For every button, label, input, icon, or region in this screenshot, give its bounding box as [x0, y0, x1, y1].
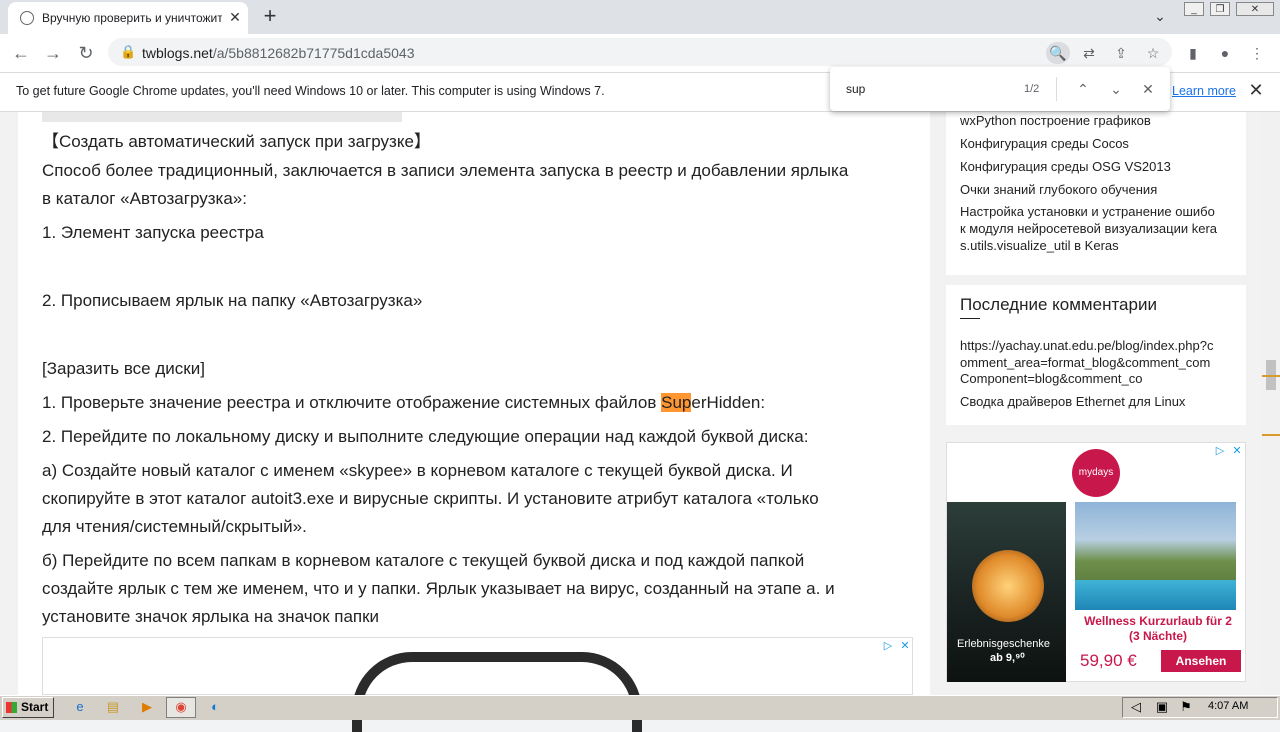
ad-caption-price: ab 9,⁹⁰: [990, 652, 1025, 664]
article-image: [42, 112, 402, 122]
bookmark-star-icon[interactable]: ☆: [1142, 42, 1164, 64]
taskbar-clock[interactable]: 4:07 AM: [1208, 700, 1248, 712]
ad-headline: Wellness Kurzurlaub für 2 (3 Nächte): [1073, 614, 1243, 644]
ad-price: 59,90 €: [1080, 651, 1137, 670]
paragraph-line: скопируйте в этот каталог autoit3.exe и …: [42, 489, 819, 508]
paragraph-line: создайте ярлык с тем же именем, что и у …: [42, 579, 835, 598]
maximize-button[interactable]: ❐: [1210, 2, 1230, 16]
find-input[interactable]: sup: [846, 82, 1006, 96]
tab-close-button[interactable]: ✕: [226, 8, 244, 26]
menu-icon[interactable]: ⋮: [1246, 42, 1268, 64]
sidebar-link[interactable]: wxPython построение графиков: [960, 113, 1151, 128]
list-item: 1. Элемент запуска реестра: [42, 223, 264, 242]
find-match-marker: [1262, 434, 1280, 436]
comment-link[interactable]: omment_area=format_blog&comment_com: [960, 355, 1210, 370]
url-text[interactable]: twblogs.net/a/5b8812682b71775d1cda5043: [142, 45, 414, 61]
learn-more-link[interactable]: Learn more: [1172, 84, 1236, 98]
reload-button[interactable]: ↻: [75, 42, 97, 64]
section-heading-autostart: 【Создать автоматический запуск при загру…: [42, 132, 431, 151]
favicon-icon: [20, 11, 34, 25]
registry-text: 1. Проверьте значение реестра и отключит…: [42, 393, 662, 412]
infobar-message: To get future Google Chrome updates, you…: [16, 84, 605, 98]
infobar-close-button[interactable]: ✕: [1246, 80, 1266, 100]
ad-cable-image: [352, 652, 642, 732]
volume-icon[interactable]: ◁: [1126, 698, 1146, 716]
section-heading-infect: [Заразить все диски]: [42, 359, 205, 378]
side-panel-icon[interactable]: ▮: [1182, 42, 1204, 64]
url-path: /a/5b8812682b71775d1cda5043: [212, 45, 415, 61]
ad-close-icon[interactable]: ✕: [1230, 444, 1244, 458]
translate-icon[interactable]: ⇄: [1078, 42, 1100, 64]
url-host: twblogs.net: [142, 45, 213, 61]
lock-icon[interactable]: 🔒: [120, 44, 136, 60]
tab-title: Вручную проверить и уничтожить: [42, 11, 222, 25]
title-underline: [960, 318, 980, 319]
adchoices-icon[interactable]: ▷: [1213, 444, 1227, 458]
paragraph-line: Способ более традиционный, заключается в…: [42, 161, 849, 180]
ad-headline-line: (3 Nächte): [1128, 629, 1187, 643]
edge-icon[interactable]: ◐: [205, 698, 225, 716]
sidebar-link[interactable]: Настройка установки и устранение ошибо: [960, 204, 1215, 219]
comment-link[interactable]: https://yachay.unat.edu.pe/blog/index.ph…: [960, 338, 1213, 353]
windows-logo-icon: [6, 702, 17, 713]
list-item: 2. Прописываем ярлык на папку «Автозагру…: [42, 291, 423, 310]
find-previous-button[interactable]: ⌃: [1073, 79, 1093, 99]
ad-headline-line: Wellness Kurzurlaub für 2: [1084, 614, 1232, 628]
paragraph-line: а) Создайте новый каталог с именем «skyp…: [42, 461, 793, 480]
comment-link[interactable]: Component=blog&comment_co: [960, 371, 1142, 386]
network-icon[interactable]: ▣: [1152, 698, 1172, 716]
chrome-icon: ◉: [175, 699, 187, 714]
tab-search-chevron-icon[interactable]: ⌄: [1150, 8, 1170, 26]
find-highlight: Sup: [661, 393, 692, 412]
share-icon[interactable]: ⇪: [1110, 42, 1132, 64]
comment-link[interactable]: Сводка драйверов Ethernet для Linux: [960, 394, 1185, 409]
ad-close-icon[interactable]: ✕: [898, 639, 912, 653]
find-match-count: 1/2: [1024, 83, 1040, 95]
find-divider: [1056, 77, 1057, 101]
recent-comments-title: Последние комментарии: [960, 295, 1157, 314]
paragraph-line: в каталог «Автозагрузка»:: [42, 189, 247, 208]
back-button[interactable]: ←: [10, 42, 32, 64]
registry-text-end: erHidden:: [691, 393, 766, 412]
browser-tab[interactable]: Вручную проверить и уничтожить ✕: [8, 2, 248, 34]
ie-icon[interactable]: e: [70, 698, 90, 716]
find-close-button[interactable]: ✕: [1138, 79, 1158, 99]
explorer-icon[interactable]: ▤: [103, 698, 123, 716]
ad-pool-graphic: [1075, 580, 1236, 610]
sidebar-link[interactable]: Конфигурация среды OSG VS2013: [960, 159, 1171, 174]
ad-cta-button[interactable]: Ansehen: [1161, 650, 1241, 672]
ad-dome-graphic: [972, 550, 1044, 622]
sidebar-link[interactable]: Конфигурация среды Cocos: [960, 136, 1129, 151]
find-zoom-icon[interactable]: 🔍: [1046, 42, 1070, 64]
find-next-button[interactable]: ⌄: [1106, 79, 1126, 99]
new-tab-button[interactable]: +: [258, 5, 282, 29]
list-item: 2. Перейдите по локальному диску и выпол…: [42, 427, 809, 446]
paragraph-line: б) Перейдите по всем папкам в корневом к…: [42, 551, 805, 570]
sidebar-link[interactable]: s.utils.visualize_util в Keras: [960, 238, 1119, 253]
sidebar-link[interactable]: Очки знаний глубокого обучения: [960, 182, 1157, 197]
adchoices-icon[interactable]: ▷: [881, 639, 895, 653]
paragraph-line: для чтения/системный/скрытый».: [42, 517, 307, 536]
minimize-button[interactable]: _: [1184, 2, 1204, 16]
sidebar-link[interactable]: к модуля нейросетевой визуализации kera: [960, 221, 1217, 236]
paragraph-line: установите значок ярлыка на значок папки: [42, 607, 380, 626]
find-match-marker: [1262, 375, 1280, 377]
ad-caption: Erlebnisgeschenke: [957, 638, 1050, 650]
brand-logo: mydays: [1072, 449, 1120, 497]
flag-icon[interactable]: ⚑: [1176, 698, 1196, 716]
forward-button[interactable]: →: [42, 42, 64, 64]
media-player-icon[interactable]: ▶: [137, 698, 157, 716]
list-item-registry: 1. Проверьте значение реестра и отключит…: [42, 393, 765, 413]
vertical-scrollbar[interactable]: [1262, 112, 1280, 695]
close-window-button[interactable]: ✕: [1236, 2, 1274, 16]
profile-icon[interactable]: ●: [1214, 42, 1236, 64]
